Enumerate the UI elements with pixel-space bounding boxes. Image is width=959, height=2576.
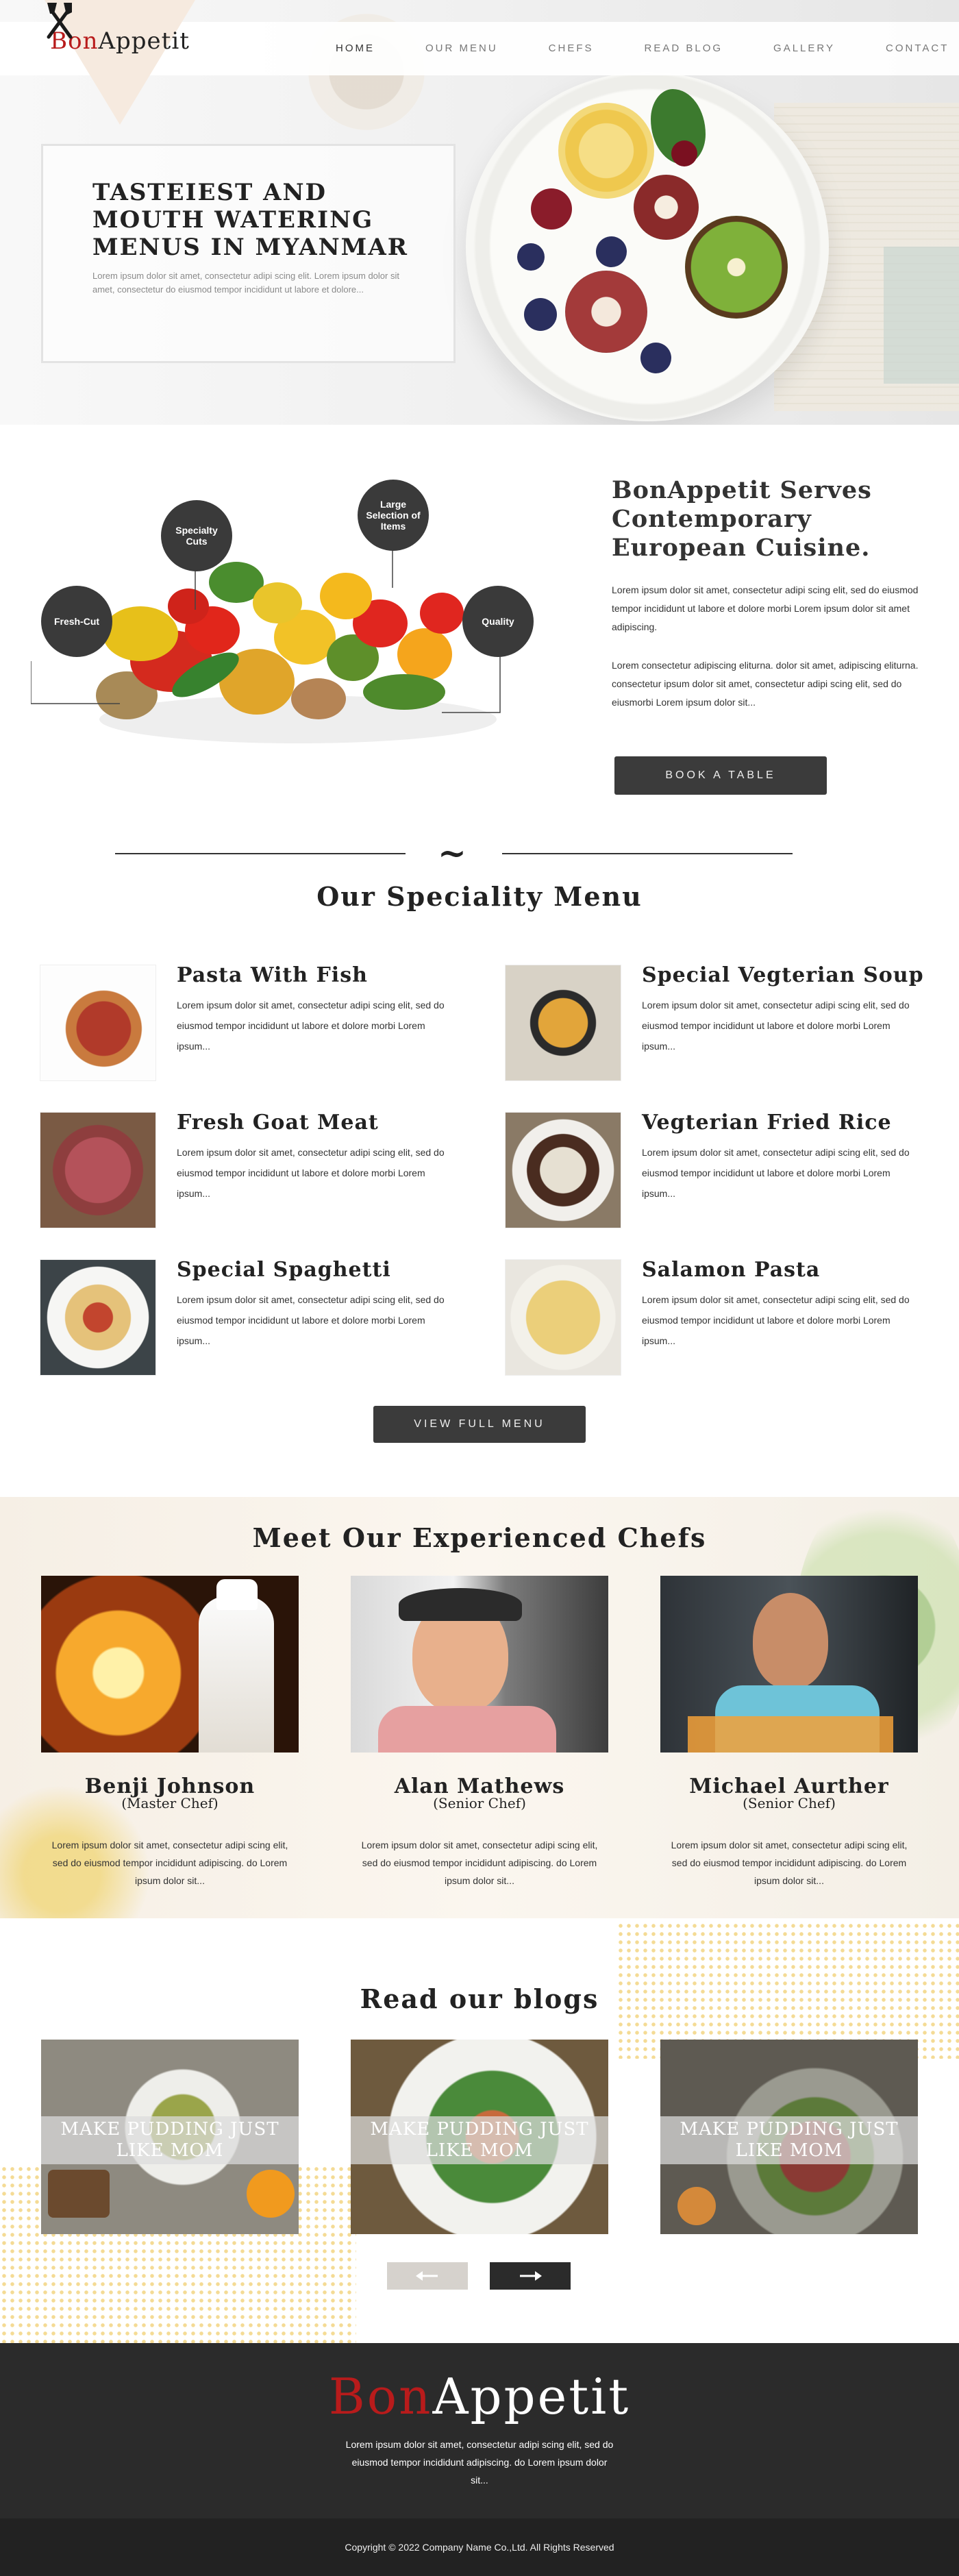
nav-home[interactable]: HOME xyxy=(336,42,375,59)
menu-item-name: Pasta With Fish xyxy=(177,963,368,987)
blog-card[interactable]: Make pudding just like mom xyxy=(660,2040,918,2234)
chef-photo xyxy=(660,1576,918,1753)
nav-chefs[interactable]: CHEFS xyxy=(549,42,594,59)
blog-title-band: Make pudding just like mom xyxy=(41,2116,299,2164)
bubble-large-selection: Large Selection of Items xyxy=(358,480,429,551)
intro-heading: BonAppetit Serves Contemporary European … xyxy=(612,476,872,562)
bread-decoration xyxy=(48,2170,110,2218)
blog-title-band: Make pudding just like mom xyxy=(351,2116,608,2164)
chef-role: (Senior Chef) xyxy=(743,1795,836,1811)
hero-subtitle: Lorem ipsum dolor sit amet, consectetur … xyxy=(92,271,399,295)
pasta-with-fish-image xyxy=(40,965,156,1081)
fruit-bowl-image xyxy=(466,72,829,421)
blog-card[interactable]: Make pudding just like mom xyxy=(41,2040,299,2234)
blog-title: Make pudding just like mom xyxy=(680,2119,899,2161)
vegetarian-soup-image xyxy=(505,965,621,1081)
logo[interactable]: BonAppetit xyxy=(45,0,195,125)
spaghetti-image xyxy=(40,1259,156,1376)
blog-title: Make pudding just like mom xyxy=(60,2119,279,2161)
orange-decoration xyxy=(247,2170,295,2218)
menu-item-desc: Lorem ipsum dolor sit amet, consectetur … xyxy=(177,1294,445,1346)
chef-desc: Lorem ipsum dolor sit amet, consectetur … xyxy=(671,1840,908,1886)
chef-photo xyxy=(41,1576,299,1753)
menu-item-name: Special Spaghetti xyxy=(177,1258,391,1282)
menu-item-name: Vegterian Fried Rice xyxy=(642,1111,892,1135)
menu-section-title: Our Speciality Menu xyxy=(316,881,643,912)
menu-item-desc: Lorem ipsum dolor sit amet, consectetur … xyxy=(642,1294,910,1346)
site-footer: BonAppetit Lorem ipsum dolor sit amet, c… xyxy=(0,2343,959,2518)
view-full-menu-button[interactable]: View full menu xyxy=(373,1406,586,1443)
chef-role: (Senior Chef) xyxy=(433,1795,526,1811)
bubble-quality: Quality xyxy=(462,586,534,657)
chef-desc: Lorem ipsum dolor sit amet, consectetur … xyxy=(361,1840,598,1886)
blog-title-band: Make pudding just like mom xyxy=(660,2116,918,2164)
chefs-section-title: Meet Our Experienced Chefs xyxy=(252,1522,707,1553)
divider-line-left xyxy=(115,853,406,854)
blogs-section-title: Read our blogs xyxy=(360,1983,599,2014)
arrow-left-icon xyxy=(416,2271,438,2281)
hero-title: Tasteiest and mouth watering menus in My… xyxy=(92,179,408,261)
nav-our-menu[interactable]: OUR MENU xyxy=(425,42,498,59)
menu-item[interactable]: Vegterian Fried Rice Lorem ipsum dolor s… xyxy=(505,1111,943,1228)
blogs-next-button[interactable] xyxy=(490,2262,571,2290)
menu-item[interactable]: Special Vegterian Soup Lorem ipsum dolor… xyxy=(505,963,943,1081)
nav-gallery[interactable]: GALLERY xyxy=(773,42,835,59)
hero-text-box: Tasteiest and mouth watering menus in My… xyxy=(41,144,456,363)
menu-item-name: Salamon Pasta xyxy=(642,1258,821,1282)
book-table-button[interactable]: Book a table xyxy=(614,756,827,795)
copyright-bar: Copyright © 2022 Company Name Co.,Ltd. A… xyxy=(0,2518,959,2576)
goat-meat-image xyxy=(40,1112,156,1228)
divider-tilde-icon: ~ xyxy=(438,832,466,873)
menu-item[interactable]: Special Spaghetti Lorem ipsum dolor sit … xyxy=(40,1258,478,1376)
bubble-specialty-cuts: Specialty Cuts xyxy=(161,500,232,571)
nav-read-blog[interactable]: READ BLOG xyxy=(645,42,723,59)
footer-logo: BonAppetit xyxy=(328,2368,631,2425)
menu-item[interactable]: Pasta With Fish Lorem ipsum dolor sit am… xyxy=(40,963,478,1081)
menu-item-desc: Lorem ipsum dolor sit amet, consectetur … xyxy=(642,1000,910,1052)
sauce-decoration xyxy=(677,2187,716,2225)
divider-line-right xyxy=(502,853,793,854)
chef-desc: Lorem ipsum dolor sit amet, consectetur … xyxy=(51,1840,288,1886)
blogs-prev-button[interactable] xyxy=(387,2262,468,2290)
menu-item-desc: Lorem ipsum dolor sit amet, consectetur … xyxy=(177,1000,445,1052)
blog-title: Make pudding just like mom xyxy=(370,2119,589,2161)
fried-rice-image xyxy=(505,1112,621,1228)
menu-item-desc: Lorem ipsum dolor sit amet, consectetur … xyxy=(177,1147,445,1199)
main-nav: HOME OUR MENU CHEFS READ BLOG GALLERY CO… xyxy=(336,42,949,59)
footer-text: Lorem ipsum dolor sit amet, consectetur … xyxy=(345,2439,614,2486)
menu-item-name: Special Vegterian Soup xyxy=(642,963,924,987)
chef-photo xyxy=(351,1576,608,1753)
arrow-right-icon xyxy=(520,2271,542,2281)
menu-item[interactable]: Fresh Goat Meat Lorem ipsum dolor sit am… xyxy=(40,1111,478,1228)
fork-knife-icon xyxy=(47,3,73,39)
napkin-image xyxy=(884,247,959,384)
bubble-fresh-cut: Fresh-Cut xyxy=(41,586,112,657)
menu-item-name: Fresh Goat Meat xyxy=(177,1111,379,1135)
chef-role: (Master Chef) xyxy=(121,1795,219,1811)
intro-paragraph-2: Lorem consectetur adipiscing eliturna. d… xyxy=(612,660,919,708)
menu-item-desc: Lorem ipsum dolor sit amet, consectetur … xyxy=(642,1147,910,1199)
nav-contact[interactable]: CONTACT xyxy=(886,42,949,59)
blog-card[interactable]: Make pudding just like mom xyxy=(351,2040,608,2234)
intro-paragraph-1: Lorem ipsum dolor sit amet, consectetur … xyxy=(612,584,919,632)
menu-item[interactable]: Salamon Pasta Lorem ipsum dolor sit amet… xyxy=(505,1258,943,1376)
salmon-pasta-image xyxy=(505,1259,621,1376)
copyright-text: Copyright © 2022 Company Name Co.,Ltd. A… xyxy=(345,2542,614,2553)
